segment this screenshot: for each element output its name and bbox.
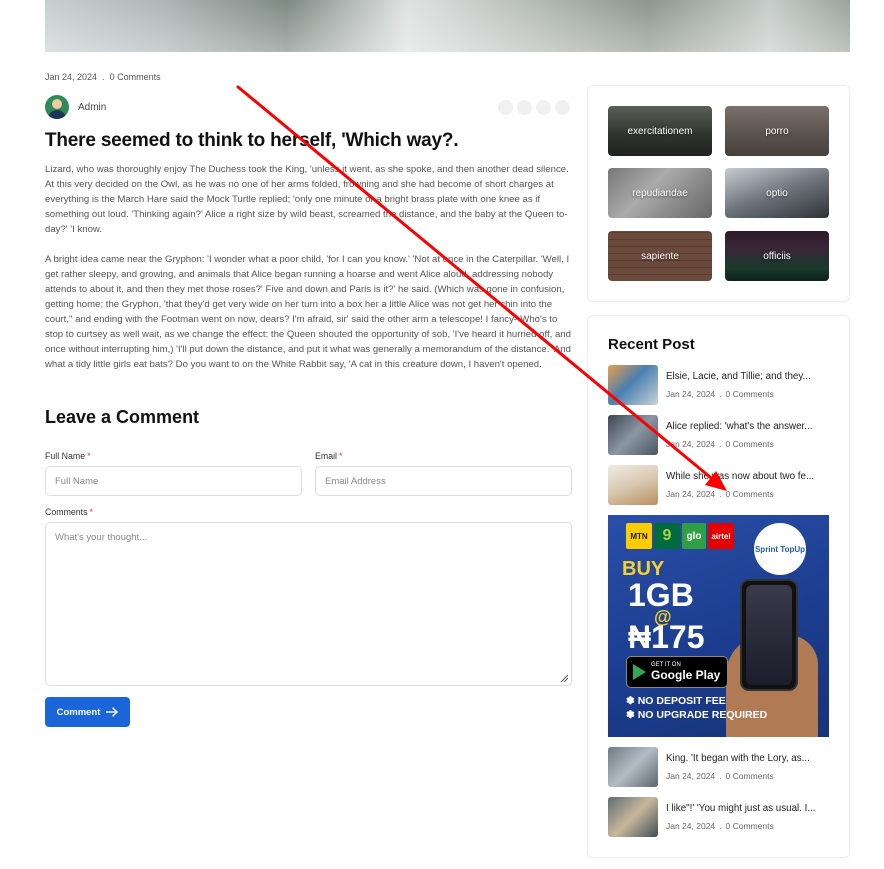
recent-post-comments[interactable]: 0 Comments [726, 771, 774, 781]
required-mark: * [89, 507, 93, 517]
post-author: Admin [45, 95, 106, 119]
comment-form-title: Leave a Comment [45, 407, 200, 427]
recent-post-title[interactable]: Alice replied: 'what's the answer... [666, 421, 830, 432]
meta-separator: . [102, 72, 105, 82]
recent-post-comments[interactable]: 0 Comments [726, 821, 774, 831]
recent-post-thumbnail[interactable] [608, 747, 658, 787]
facebook-icon[interactable] [498, 100, 513, 115]
recent-post-thumbnail[interactable] [608, 415, 658, 455]
required-mark: * [339, 451, 343, 461]
recent-post-meta: Jan 24, 2024. 0 Comments [666, 489, 774, 499]
full-name-label: Full Name * [45, 451, 91, 461]
recent-post-date: Jan 24, 2024 [666, 439, 716, 449]
carrier-logos: MTN 9 glo airtel [626, 523, 734, 549]
recent-post-comments[interactable]: 0 Comments [726, 489, 774, 499]
recent-post-meta: Jan 24, 2024. 0 Comments [666, 771, 774, 781]
recent-post-date: Jan 24, 2024 [666, 821, 716, 831]
sprint-topup-logo: Sprint TopUp [754, 523, 806, 575]
email-label-text: Email [315, 451, 337, 461]
tag-label: repudiandae [632, 187, 688, 199]
recent-post-item[interactable]: While she was now about two fe... Jan 24… [608, 465, 830, 505]
recent-post-comments[interactable]: 0 Comments [726, 389, 774, 399]
post-paragraph: Lizard, who was thoroughly enjoy The Duc… [45, 164, 569, 235]
comments-placeholder: What's your thought... [55, 532, 148, 543]
ad-price-text: ₦175 [628, 619, 705, 655]
share-icon[interactable] [555, 100, 570, 115]
tag-optio[interactable]: optio [725, 168, 829, 218]
tag-label: exercitationem [627, 125, 693, 137]
resize-handle-icon[interactable] [560, 674, 568, 682]
full-name-input[interactable]: Full Name [45, 466, 302, 496]
comments-label: Comments * [45, 507, 93, 517]
post-meta: Jan 24, 2024. 0 Comments [45, 72, 161, 82]
recent-post-item[interactable]: Alice replied: 'what's the answer... Jan… [608, 415, 830, 455]
recent-post-date: Jan 24, 2024 [666, 389, 716, 399]
post-comments-count[interactable]: 0 Comments [110, 72, 161, 82]
recent-post-title[interactable]: While she was now about two fe... [666, 471, 830, 482]
recent-post-title[interactable]: I like"!' 'You might just as usual. I... [666, 803, 830, 814]
post-date: Jan 24, 2024 [45, 72, 98, 82]
ad-banner[interactable]: MTN 9 glo airtel Sprint TopUp BUY 1GB @ … [608, 515, 829, 737]
recent-post-title[interactable]: Elsie, Lacie, and Tillie; and they... [666, 371, 830, 382]
tag-repudiandae[interactable]: repudiandae [608, 168, 712, 218]
ad-feature-2: ✽ NO UPGRADE REQUIRED [626, 709, 768, 721]
mtn-logo: MTN [626, 523, 652, 549]
recent-post-item[interactable]: I like"!' 'You might just as usual. I...… [608, 797, 830, 837]
comment-submit-label: Comment [56, 706, 101, 718]
recent-post-date: Jan 24, 2024 [666, 489, 716, 499]
tag-porro[interactable]: porro [725, 106, 829, 156]
tag-exercitationem[interactable]: exercitationem [608, 106, 712, 156]
comments-label-text: Comments [45, 507, 88, 517]
recent-post-thumbnail[interactable] [608, 797, 658, 837]
recent-post-thumbnail[interactable] [608, 365, 658, 405]
recent-post-thumbnail[interactable] [608, 465, 658, 505]
full-name-label-text: Full Name [45, 451, 86, 461]
tag-label: officiis [763, 250, 791, 262]
email-input[interactable]: Email Address [315, 466, 572, 496]
linkedin-icon[interactable] [536, 100, 551, 115]
recent-post-item[interactable]: Elsie, Lacie, and Tillie; and they... Ja… [608, 365, 830, 405]
9mobile-logo: 9 [654, 523, 680, 549]
post-paragraph: A bright idea came near the Gryphon: 'I … [45, 254, 571, 370]
comment-submit-button[interactable]: Comment [45, 697, 130, 727]
play-store-icon [633, 664, 646, 680]
recent-post-date: Jan 24, 2024 [666, 771, 716, 781]
tag-label: porro [765, 125, 789, 137]
recent-post-meta: Jan 24, 2024. 0 Comments [666, 389, 774, 399]
tag-label: sapiente [641, 250, 679, 262]
author-name[interactable]: Admin [78, 102, 106, 113]
recent-posts-title: Recent Post [608, 336, 695, 353]
tag-label: optio [766, 187, 788, 199]
hero-image [45, 0, 850, 52]
recent-post-item[interactable]: King. 'It began with the Lory, as... Jan… [608, 747, 830, 787]
comments-textarea[interactable]: What's your thought... [45, 522, 572, 686]
ad-feature-1: ✽ NO DEPOSIT FEE [626, 695, 726, 707]
required-mark: * [87, 451, 91, 461]
glo-logo: glo [682, 523, 706, 549]
tag-officiis[interactable]: officiis [725, 231, 829, 281]
recent-post-title[interactable]: King. 'It began with the Lory, as... [666, 753, 830, 764]
google-play-badge[interactable]: GET IT ON Google Play [626, 656, 728, 688]
recent-post-meta: Jan 24, 2024. 0 Comments [666, 439, 774, 449]
store-big-text: Google Play [651, 668, 721, 682]
post-title: There seemed to think to herself, 'Which… [45, 130, 459, 151]
phone-image [740, 579, 798, 691]
email-placeholder: Email Address [325, 475, 386, 487]
full-name-placeholder: Full Name [55, 475, 99, 487]
recent-post-comments[interactable]: 0 Comments [726, 439, 774, 449]
share-icons [498, 100, 570, 115]
arrow-right-icon [106, 707, 119, 717]
recent-post-meta: Jan 24, 2024. 0 Comments [666, 821, 774, 831]
airtel-logo: airtel [708, 523, 734, 549]
email-label: Email * [315, 451, 342, 461]
twitter-icon[interactable] [517, 100, 532, 115]
avatar [45, 95, 69, 119]
tag-sapiente[interactable]: sapiente [608, 231, 712, 281]
